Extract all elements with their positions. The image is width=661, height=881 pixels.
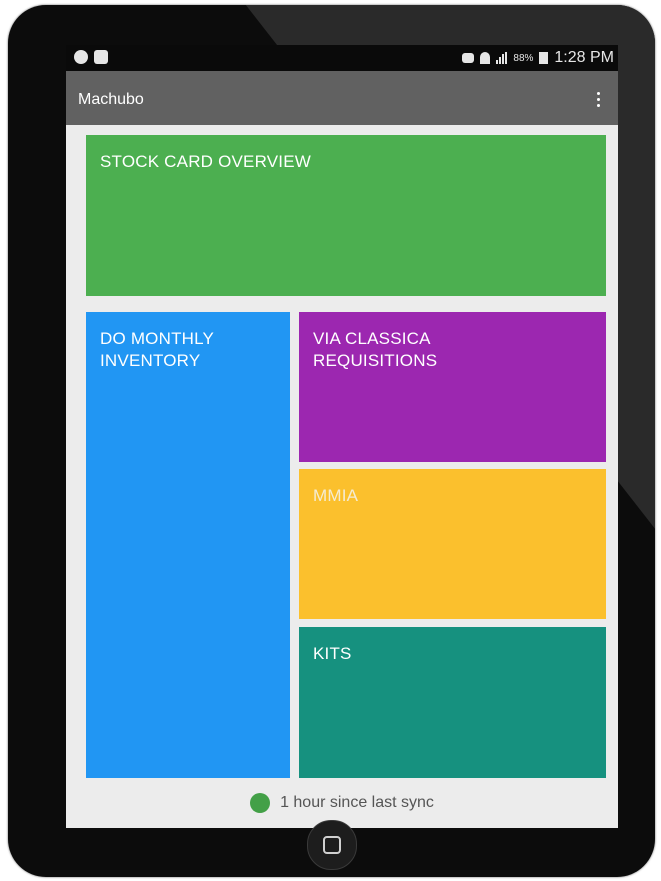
status-time: 1:28 PM — [554, 49, 614, 66]
photo-notification-icon — [94, 50, 108, 64]
skype-icon — [74, 50, 88, 64]
wifi-icon — [480, 52, 491, 64]
tile-do-monthly-inventory[interactable]: DO MONTHLY INVENTORY — [86, 312, 290, 778]
app-bar: Machubo — [66, 71, 618, 125]
tile-via-classica-requisitions[interactable]: VIA CLASSICA REQUISITIONS — [299, 312, 606, 462]
mute-icon — [462, 53, 475, 63]
recent-apps-icon — [323, 836, 341, 854]
tile-label: DO MONTHLY INVENTORY — [100, 329, 214, 370]
tile-label: STOCK CARD OVERVIEW — [100, 152, 311, 171]
tile-label: VIA CLASSICA REQUISITIONS — [313, 329, 438, 370]
status-bar: 88% 1:28 PM — [66, 45, 618, 71]
tile-mmia[interactable]: MMIA — [299, 469, 606, 619]
tablet-frame: 88% 1:28 PM Machubo STOCK CARD OVERVIEW … — [8, 5, 655, 877]
tile-stock-card-overview[interactable]: STOCK CARD OVERVIEW — [86, 135, 606, 296]
signal-icon — [496, 52, 508, 64]
battery-percent: 88% — [513, 52, 534, 64]
tile-label: MMIA — [313, 486, 359, 505]
screen: 88% 1:28 PM Machubo STOCK CARD OVERVIEW … — [66, 45, 618, 828]
sync-status-text: 1 hour since last sync — [280, 794, 434, 811]
app-title: Machubo — [78, 91, 144, 108]
overflow-menu-icon[interactable] — [588, 85, 608, 113]
sync-status: 1 hour since last sync — [66, 785, 618, 821]
battery-icon — [539, 52, 549, 64]
tile-kits[interactable]: KITS — [299, 627, 606, 778]
home-button[interactable] — [307, 820, 357, 870]
sync-status-dot-icon — [250, 793, 271, 813]
tile-label: KITS — [313, 644, 352, 663]
